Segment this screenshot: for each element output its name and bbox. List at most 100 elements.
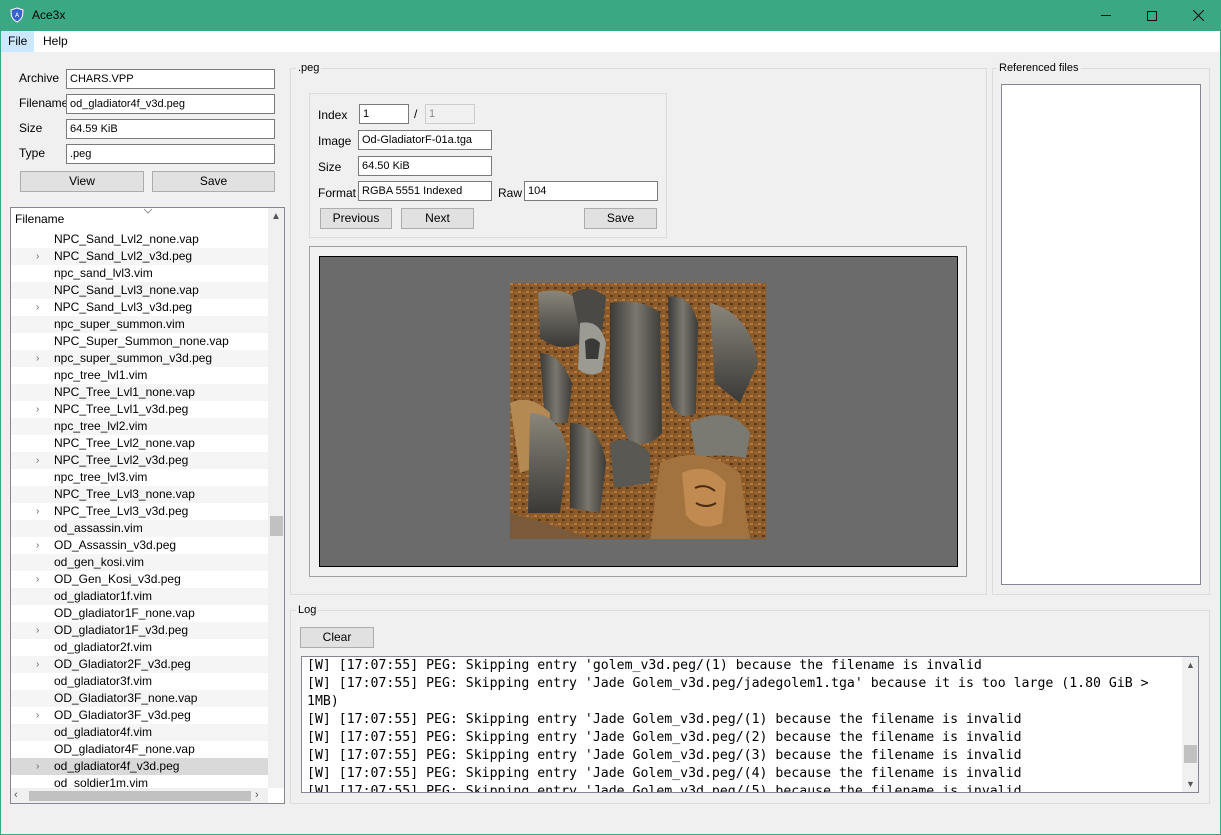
expand-arrow-icon[interactable]: › bbox=[36, 537, 46, 554]
tree-row-label: NPC_Tree_Lvl2_none.vap bbox=[54, 436, 195, 450]
index-field[interactable]: 1 bbox=[359, 104, 409, 124]
view-button[interactable]: View bbox=[20, 171, 144, 192]
expand-arrow-icon[interactable]: › bbox=[36, 622, 46, 639]
expand-arrow-icon[interactable]: › bbox=[36, 758, 46, 775]
tree-row[interactable]: od_gen_kosi.vim bbox=[11, 554, 269, 571]
log-line: [W] [17:07:55] PEG: Skipping entry 'Jade… bbox=[307, 676, 1149, 691]
tree-row[interactable]: npc_tree_lvl3.vim bbox=[11, 469, 269, 486]
expand-arrow-icon[interactable]: › bbox=[36, 571, 46, 588]
format-field[interactable]: RGBA 5551 Indexed bbox=[358, 181, 492, 201]
expand-arrow-icon[interactable]: › bbox=[36, 299, 46, 316]
maximize-icon bbox=[1147, 10, 1157, 21]
archive-field[interactable]: CHARS.VPP bbox=[66, 69, 275, 89]
peg-size-field[interactable]: 64.50 KiB bbox=[358, 156, 492, 176]
index-separator: / bbox=[414, 107, 418, 121]
log-vertical-scrollbar[interactable]: ▲ ▼ bbox=[1182, 657, 1198, 792]
filename-field[interactable]: od_gladiator4f_v3d.peg bbox=[66, 94, 275, 114]
tree-row-label: NPC_Tree_Lvl2_v3d.peg bbox=[54, 453, 189, 467]
tree-row-label: OD_Gladiator3F_v3d.peg bbox=[54, 708, 191, 722]
size-field[interactable]: 64.59 KiB bbox=[66, 119, 275, 139]
scroll-right-icon[interactable]: › bbox=[255, 789, 259, 801]
tree-row[interactable]: › OD_Gladiator3F_v3d.peg bbox=[11, 707, 269, 724]
type-field[interactable]: .peg bbox=[66, 144, 275, 164]
log-line: 1MB) bbox=[307, 694, 339, 709]
tree-row[interactable]: NPC_Super_Summon_none.vap bbox=[11, 333, 269, 350]
previous-button[interactable]: Previous bbox=[320, 208, 392, 229]
tree-row[interactable]: od_assassin.vim bbox=[11, 520, 269, 537]
tree-row[interactable]: › NPC_Tree_Lvl1_v3d.peg bbox=[11, 401, 269, 418]
tree-row[interactable]: OD_gladiator4F_none.vap bbox=[11, 741, 269, 758]
tree-scroll-thumb[interactable] bbox=[270, 516, 283, 536]
tree-row[interactable]: NPC_Sand_Lvl3_none.vap bbox=[11, 282, 269, 299]
tree-row[interactable]: npc_tree_lvl1.vim bbox=[11, 367, 269, 384]
log-scroll-up-icon[interactable]: ▲ bbox=[1186, 660, 1195, 670]
expand-arrow-icon[interactable]: › bbox=[36, 248, 46, 265]
tree-row[interactable]: NPC_Tree_Lvl3_none.vap bbox=[11, 486, 269, 503]
tree-row[interactable]: NPC_Tree_Lvl2_none.vap bbox=[11, 435, 269, 452]
tree-row[interactable]: › NPC_Tree_Lvl2_v3d.peg bbox=[11, 452, 269, 469]
tree-rows: NPC_Sand_Lvl2_none.vap › NPC_Sand_Lvl2_v3d… bbox=[11, 231, 269, 792]
tree-row[interactable]: › od_gladiator4f_v3d.peg bbox=[11, 758, 269, 775]
title-bar: A Ace3x bbox=[0, 0, 1221, 31]
log-line: [W] [17:07:55] PEG: Skipping entry 'Jade… bbox=[307, 766, 1022, 781]
tree-row[interactable]: OD_Gladiator3F_none.vap bbox=[11, 690, 269, 707]
tree-row-label: od_gen_kosi.vim bbox=[54, 555, 145, 569]
tree-row[interactable]: OD_gladiator1F_none.vap bbox=[11, 605, 269, 622]
expand-arrow-icon[interactable]: › bbox=[36, 452, 46, 469]
tree-horizontal-scrollbar[interactable]: ‹ › bbox=[11, 788, 268, 803]
expand-arrow-icon[interactable]: › bbox=[36, 707, 46, 724]
tree-vertical-scrollbar[interactable]: ▲ bbox=[268, 208, 284, 788]
expand-arrow-icon[interactable]: › bbox=[36, 350, 46, 367]
log-output[interactable]: [W] [17:07:55] PEG: Skipping entry 'gole… bbox=[301, 656, 1199, 793]
log-scroll-down-icon[interactable]: ▼ bbox=[1186, 779, 1195, 789]
tree-header[interactable]: Filename bbox=[11, 208, 271, 230]
image-label: Image bbox=[318, 134, 352, 148]
tree-row[interactable]: od_gladiator3f.vim bbox=[11, 673, 269, 690]
tree-row[interactable]: › NPC_Sand_Lvl2_v3d.peg bbox=[11, 248, 269, 265]
tree-row[interactable]: npc_sand_lvl3.vim bbox=[11, 265, 269, 282]
minimize-button[interactable] bbox=[1083, 0, 1129, 31]
log-scroll-thumb[interactable] bbox=[1184, 745, 1197, 763]
tree-row[interactable]: › OD_Assassin_v3d.peg bbox=[11, 537, 269, 554]
expand-arrow-icon[interactable]: › bbox=[36, 656, 46, 673]
tree-row[interactable]: od_gladiator1f.vim bbox=[11, 588, 269, 605]
tree-row-label: NPC_Tree_Lvl1_none.vap bbox=[54, 385, 195, 399]
tree-row[interactable]: › npc_super_summon_v3d.peg bbox=[11, 350, 269, 367]
scroll-up-icon[interactable]: ▲ bbox=[271, 211, 281, 222]
format-label: Format bbox=[318, 186, 357, 200]
maximize-button[interactable] bbox=[1129, 0, 1175, 31]
tree-row[interactable]: od_gladiator4f.vim bbox=[11, 724, 269, 741]
close-button[interactable] bbox=[1175, 0, 1221, 31]
menu-help[interactable]: Help bbox=[36, 31, 75, 52]
tree-row[interactable]: npc_tree_lvl2.vim bbox=[11, 418, 269, 435]
tree-row[interactable]: › OD_gladiator1F_v3d.peg bbox=[11, 622, 269, 639]
raw-field[interactable]: 104 bbox=[524, 181, 658, 201]
tree-row[interactable]: NPC_Sand_Lvl2_none.vap bbox=[11, 231, 269, 248]
clear-log-button[interactable]: Clear bbox=[300, 627, 374, 648]
tree-row[interactable]: od_gladiator2f.vim bbox=[11, 639, 269, 656]
peg-save-button[interactable]: Save bbox=[584, 208, 657, 229]
next-button[interactable]: Next bbox=[401, 208, 474, 229]
archive-label: Archive bbox=[19, 71, 60, 85]
tree-row[interactable]: NPC_Tree_Lvl1_none.vap bbox=[11, 384, 269, 401]
referenced-files-list[interactable] bbox=[1001, 84, 1201, 585]
archive-save-button[interactable]: Save bbox=[152, 171, 275, 192]
tree-row-label: NPC_Sand_Lvl3_v3d.peg bbox=[54, 300, 193, 314]
tree-row[interactable]: › OD_Gen_Kosi_v3d.peg bbox=[11, 571, 269, 588]
tree-row[interactable]: › OD_Gladiator2F_v3d.peg bbox=[11, 656, 269, 673]
tree-row-label: OD_gladiator4F_none.vap bbox=[54, 742, 195, 756]
image-field[interactable]: Od-GladiatorF-01a.tga bbox=[358, 130, 492, 150]
tree-row-label: NPC_Super_Summon_none.vap bbox=[54, 334, 229, 348]
index-label: Index bbox=[318, 108, 348, 122]
menu-file[interactable]: File bbox=[1, 31, 35, 52]
file-tree[interactable]: Filename NPC_Sand_Lvl2_none.vap › NPC_Sand… bbox=[10, 207, 285, 804]
scroll-left-icon[interactable]: ‹ bbox=[14, 789, 18, 801]
log-line: [W] [17:07:55] PEG: Skipping entry 'gole… bbox=[307, 658, 982, 673]
tree-row[interactable]: npc_super_summon.vim bbox=[11, 316, 269, 333]
tree-hscroll-thumb[interactable] bbox=[29, 791, 251, 801]
tree-row[interactable]: › NPC_Sand_Lvl3_v3d.peg bbox=[11, 299, 269, 316]
expand-arrow-icon[interactable]: › bbox=[36, 401, 46, 418]
app-shield-icon: A bbox=[10, 7, 24, 23]
tree-row[interactable]: › NPC_Tree_Lvl3_v3d.peg bbox=[11, 503, 269, 520]
expand-arrow-icon[interactable]: › bbox=[36, 503, 46, 520]
